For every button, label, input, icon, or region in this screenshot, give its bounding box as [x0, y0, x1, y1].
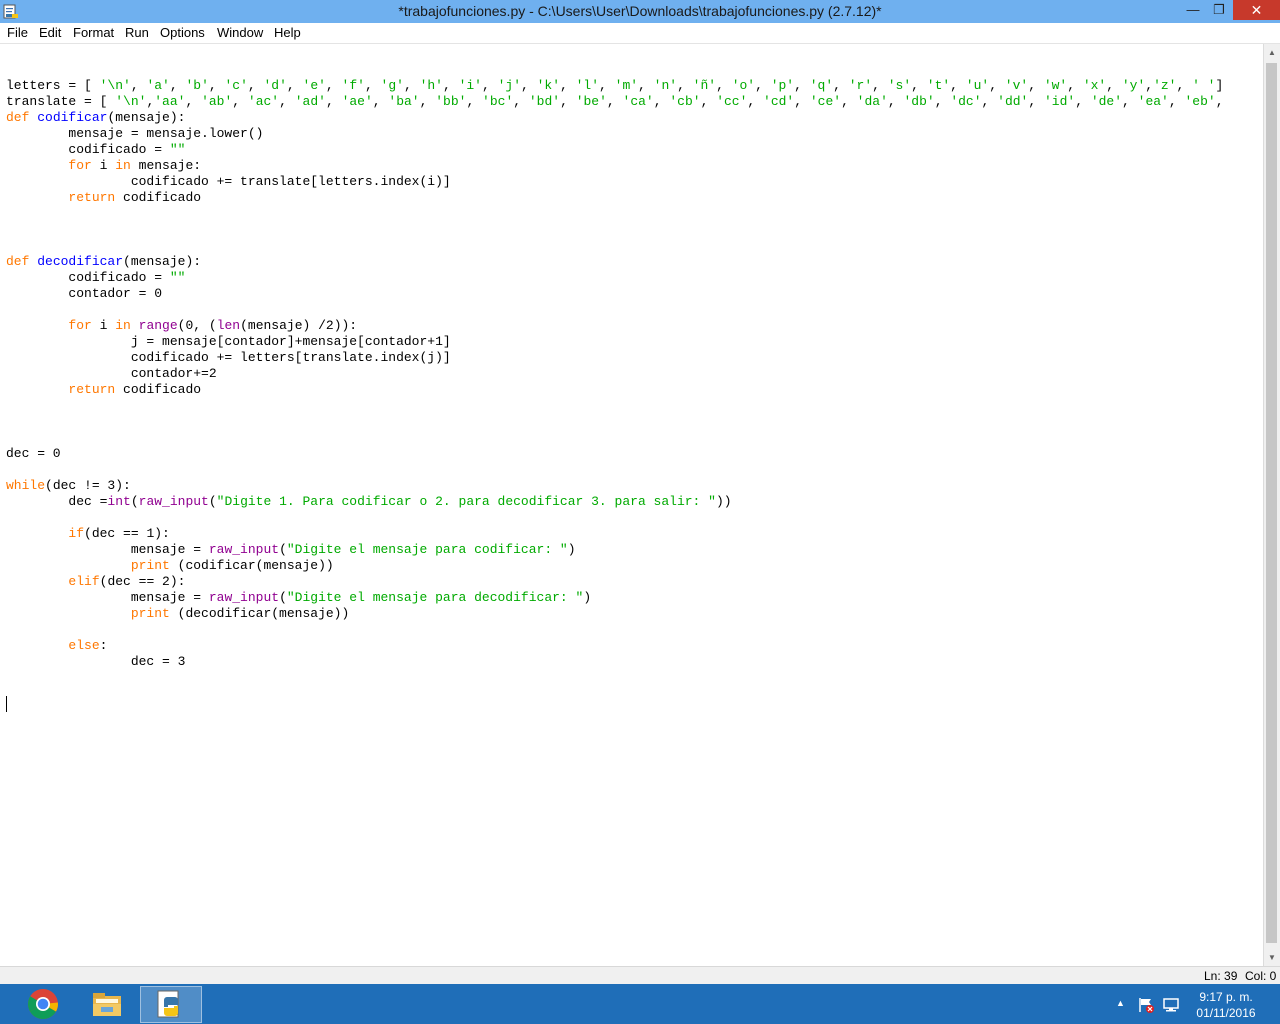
menu-window[interactable]: Window: [217, 25, 263, 40]
menu-options[interactable]: Options: [160, 25, 205, 40]
taskbar-explorer-button[interactable]: [76, 986, 138, 1023]
code-line[interactable]: dec = 0: [6, 446, 61, 461]
taskbar: ▲ 9:17 p. m. 01/11/2016: [0, 984, 1280, 1024]
file-explorer-icon: [93, 993, 121, 1016]
chrome-icon: [28, 989, 58, 1020]
minimize-button[interactable]: —: [1180, 0, 1206, 20]
code-line[interactable]: mensaje = mensaje.lower(): [6, 126, 263, 141]
clock-date: 01/11/2016: [1196, 1006, 1256, 1020]
maximize-button[interactable]: ❐: [1206, 0, 1232, 20]
code-line[interactable]: def codificar(mensaje):: [6, 110, 185, 125]
column-number: Col: 0: [1245, 969, 1277, 983]
code-line[interactable]: for i in mensaje:: [6, 158, 201, 173]
scroll-up-icon[interactable]: ▲: [1264, 44, 1280, 61]
python-idle-icon: [157, 990, 179, 1018]
scroll-thumb[interactable]: [1266, 63, 1277, 943]
code-line[interactable]: return codificado: [6, 190, 201, 205]
menu-format[interactable]: Format: [73, 25, 114, 40]
code-line[interactable]: else:: [6, 638, 107, 653]
title-bar[interactable]: *trabajofunciones.py - C:\Users\User\Dow…: [0, 0, 1280, 23]
code-line[interactable]: return codificado: [6, 382, 201, 397]
window-title: *trabajofunciones.py - C:\Users\User\Dow…: [398, 3, 882, 19]
vertical-scrollbar[interactable]: ▲ ▼: [1263, 44, 1280, 966]
code-line[interactable]: print (codificar(mensaje)): [6, 558, 334, 573]
system-clock[interactable]: 9:17 p. m. 01/11/2016: [1186, 989, 1266, 1021]
action-center-flag-icon[interactable]: [1137, 996, 1155, 1014]
code-line[interactable]: codificado += translate[letters.index(i)…: [6, 174, 451, 189]
code-line[interactable]: codificado = "": [6, 142, 185, 157]
status-bar: Ln: 39 Col: 0: [0, 966, 1280, 985]
code-line[interactable]: j = mensaje[contador]+mensaje[contador+1…: [6, 334, 451, 349]
taskbar-python-button[interactable]: [140, 986, 202, 1023]
close-button[interactable]: ✕: [1233, 0, 1280, 20]
code-line[interactable]: mensaje = raw_input("Digite el mensaje p…: [6, 590, 591, 605]
scroll-down-icon[interactable]: ▼: [1264, 949, 1280, 966]
menu-help[interactable]: Help: [274, 25, 301, 40]
network-icon[interactable]: [1162, 996, 1180, 1014]
code-line[interactable]: elif(dec == 2):: [6, 574, 185, 589]
code-line[interactable]: mensaje = raw_input("Digite el mensaje p…: [6, 542, 576, 557]
menu-run[interactable]: Run: [125, 25, 149, 40]
code-line[interactable]: codificado += letters[translate.index(j)…: [6, 350, 451, 365]
code-line[interactable]: translate = [ '\n','aa', 'ab', 'ac', 'ad…: [6, 94, 1224, 109]
code-line[interactable]: contador = 0: [6, 286, 162, 301]
code-line[interactable]: codificado = "": [6, 270, 185, 285]
menu-file[interactable]: File: [7, 25, 28, 40]
code-line[interactable]: contador+=2: [6, 366, 217, 381]
code-text[interactable]: letters = [ '\n', 'a', 'b', 'c', 'd', 'e…: [6, 62, 1224, 686]
code-line[interactable]: dec =int(raw_input("Digite 1. Para codif…: [6, 494, 731, 509]
code-line[interactable]: if(dec == 1):: [6, 526, 169, 541]
clock-time: 9:17 p. m.: [1199, 990, 1253, 1004]
taskbar-chrome-button[interactable]: [12, 986, 74, 1023]
code-line[interactable]: for i in range(0, (len(mensaje) /2)):: [6, 318, 357, 333]
code-line[interactable]: def decodificar(mensaje):: [6, 254, 201, 269]
tray-expand-icon[interactable]: ▲: [1116, 998, 1125, 1008]
code-line[interactable]: while(dec != 3):: [6, 478, 131, 493]
menu-edit[interactable]: Edit: [39, 25, 61, 40]
text-cursor: [6, 696, 7, 712]
code-line[interactable]: print (decodificar(mensaje)): [6, 606, 349, 621]
code-editor[interactable]: letters = [ '\n', 'a', 'b', 'c', 'd', 'e…: [0, 44, 1263, 966]
line-number: Ln: 39: [1204, 969, 1238, 983]
code-line[interactable]: letters = [ '\n', 'a', 'b', 'c', 'd', 'e…: [6, 78, 1223, 93]
menu-bar: File Edit Format Run Options Window Help: [0, 23, 1280, 44]
code-line[interactable]: dec = 3: [6, 654, 186, 669]
